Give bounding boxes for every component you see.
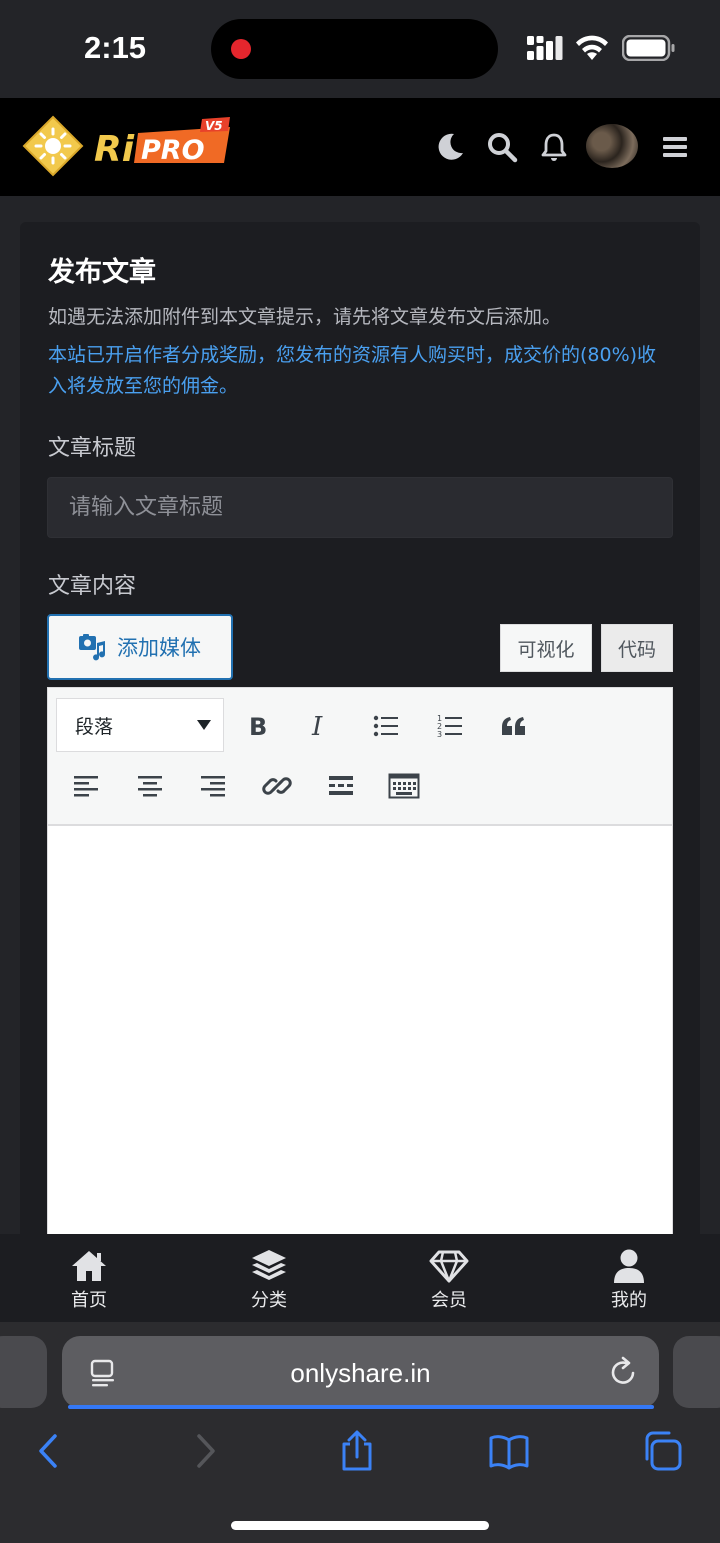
reload-icon[interactable]: [607, 1356, 639, 1388]
align-right-button[interactable]: [193, 766, 233, 806]
svg-text:I: I: [311, 713, 323, 739]
status-bar: 2:15: [0, 0, 720, 98]
read-more-button[interactable]: [321, 766, 361, 806]
rich-text-editor: 段落 B I 1 2 3: [47, 687, 673, 1263]
format-select[interactable]: 段落: [56, 698, 224, 752]
battery-icon: [622, 35, 675, 61]
align-left-button[interactable]: [66, 766, 106, 806]
nav-item-me[interactable]: 我的: [569, 1234, 689, 1322]
chevron-down-icon: [197, 720, 211, 730]
next-tab-pill[interactable]: [673, 1336, 720, 1408]
tabs-icon[interactable]: [641, 1430, 683, 1472]
forward-icon[interactable]: [184, 1430, 226, 1472]
nav-label-me: 我的: [611, 1290, 647, 1311]
previous-tab-pill[interactable]: [0, 1336, 47, 1408]
layers-icon: [252, 1250, 286, 1280]
numbered-list-button[interactable]: 1 2 3: [430, 706, 470, 746]
svg-text:V5: V5: [205, 119, 223, 133]
media-icon: [79, 634, 106, 661]
svg-text:Ri: Ri: [94, 129, 135, 170]
add-media-label: 添加媒体: [117, 636, 201, 660]
bell-icon[interactable]: [538, 131, 570, 163]
title-label: 文章标题: [48, 436, 137, 461]
ripro-logo[interactable]: Ri PRO V5: [18, 113, 238, 179]
address-bar[interactable]: onlyshare.in: [62, 1336, 659, 1408]
post-form-card: 发布文章 如遇无法添加附件到本文章提示，请先将文章发布文后添加。 本站已开启作者…: [20, 222, 700, 1263]
bullet-list-icon: [373, 715, 398, 737]
link-button[interactable]: [257, 766, 297, 806]
italic-button[interactable]: I: [301, 706, 341, 746]
link-icon: [262, 777, 292, 795]
back-icon[interactable]: [28, 1430, 70, 1472]
editor-content-area[interactable]: [48, 826, 672, 1263]
nav-label-home: 首页: [71, 1290, 107, 1311]
avatar[interactable]: [586, 124, 638, 168]
bottom-nav: 首页 分类 会员 我的: [0, 1234, 720, 1322]
attachment-tip: 如遇无法添加附件到本文章提示，请先将文章发布文后添加。: [48, 306, 562, 328]
toolbar-toggle-icon: [388, 773, 420, 799]
format-select-value: 段落: [75, 715, 114, 738]
home-icon: [72, 1251, 106, 1281]
site-header: Ri PRO V5: [0, 98, 720, 196]
diamond-icon: [429, 1250, 469, 1283]
nav-item-home[interactable]: 首页: [29, 1234, 149, 1322]
content-label: 文章内容: [48, 574, 137, 599]
cellular-signal-icon: [527, 36, 563, 60]
svg-text:3: 3: [437, 730, 442, 739]
home-indicator: [231, 1521, 489, 1530]
share-icon[interactable]: [336, 1430, 378, 1472]
blockquote-icon: [502, 717, 525, 735]
nav-item-category[interactable]: 分类: [209, 1234, 329, 1322]
tab-code[interactable]: 代码: [601, 624, 673, 672]
nav-label-vip: 会员: [431, 1290, 467, 1311]
search-icon[interactable]: [486, 131, 518, 163]
numbered-list-icon: 1 2 3: [437, 714, 462, 739]
menu-icon[interactable]: [659, 131, 691, 163]
nav-label-category: 分类: [251, 1290, 287, 1311]
commission-notice: 本站已开启作者分成奖励，您发布的资源有人购买时，成交价的(80%)收入将发放至您…: [48, 344, 657, 397]
status-time: 2:15: [84, 30, 147, 65]
moon-icon[interactable]: [434, 131, 466, 163]
read-more-icon: [329, 776, 353, 795]
bookmarks-icon[interactable]: [488, 1430, 530, 1472]
svg-text:B: B: [249, 713, 267, 739]
page-title: 发布文章: [48, 257, 156, 288]
svg-text:PRO: PRO: [141, 135, 205, 166]
italic-icon: I: [311, 713, 323, 739]
bullet-list-button[interactable]: [366, 706, 406, 746]
align-center-icon: [138, 776, 162, 797]
page-load-progress: [68, 1405, 654, 1409]
align-center-button[interactable]: [130, 766, 170, 806]
url-text: onlyshare.in: [290, 1358, 431, 1388]
editor-toolbar: 段落 B I 1 2 3: [48, 688, 672, 826]
blockquote-button[interactable]: [494, 706, 534, 746]
add-media-button[interactable]: 添加媒体: [47, 614, 233, 680]
align-left-icon: [74, 776, 98, 797]
wifi-icon: [576, 35, 608, 60]
toolbar-toggle-button[interactable]: [384, 766, 424, 806]
dynamic-island: [211, 19, 498, 79]
user-icon: [614, 1249, 644, 1283]
bold-button[interactable]: B: [238, 706, 278, 746]
title-input[interactable]: [47, 477, 673, 538]
bold-icon: B: [249, 713, 267, 739]
tab-visual[interactable]: 可视化: [500, 624, 592, 672]
recording-indicator-icon: [231, 39, 251, 59]
nav-item-vip[interactable]: 会员: [389, 1234, 509, 1322]
align-right-icon: [201, 776, 225, 797]
